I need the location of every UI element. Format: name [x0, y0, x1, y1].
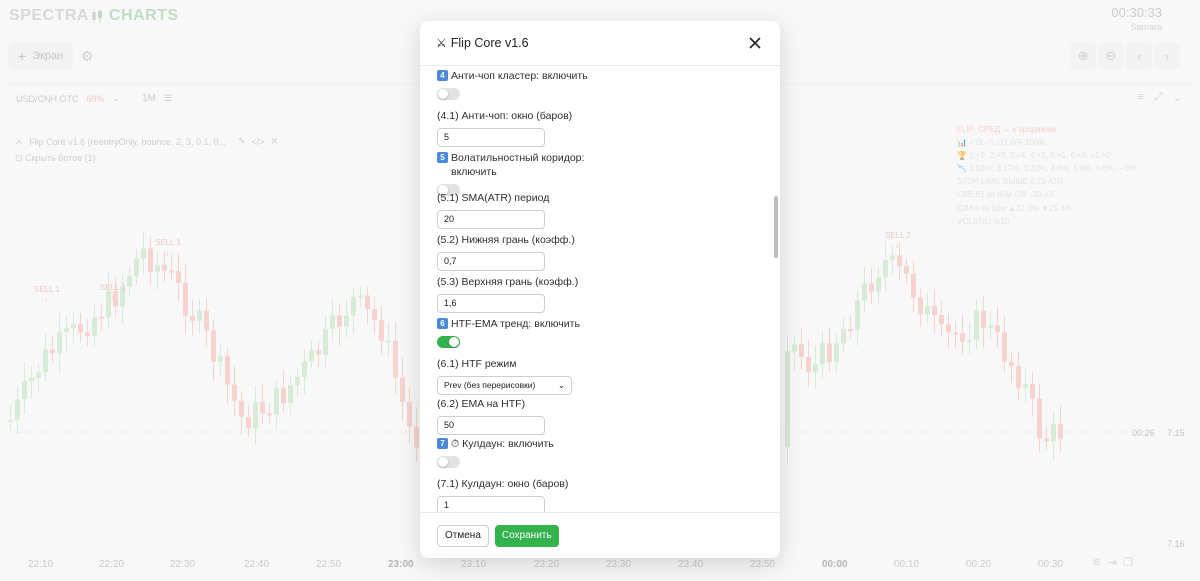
field-label: (5.1) SMA(ATR) период	[437, 191, 617, 205]
field-label-text: (6.1) HTF режим	[437, 358, 517, 370]
scrollbar-thumb[interactable]	[774, 196, 778, 258]
sword-icon: ⚔	[436, 36, 447, 50]
number-badge-icon: 6	[437, 318, 448, 329]
field-label: 5 Волатильностный коридор: включить	[437, 151, 617, 179]
number-input[interactable]: 0,7	[437, 252, 545, 271]
chevron-down-icon: ⌄	[557, 380, 565, 390]
field-label: (7.1) Кулдаун: окно (баров)	[437, 477, 617, 491]
form-field: (6.1) HTF режим Prev (без перерисовки) ⌄	[437, 357, 617, 395]
settings-dialog: ⚔ Flip Core v1.6 4 Анти-чоп кластер: вклю…	[420, 21, 780, 558]
field-label-text: (6.2) EMA на HTF)	[437, 398, 526, 410]
field-label: (6.2) EMA на HTF)	[437, 397, 617, 411]
dialog-title-text: Flip Core v1.6	[450, 36, 529, 50]
number-badge-icon: 5	[437, 152, 448, 163]
form-field: 4 Анти-чоп кластер: включить	[437, 69, 617, 100]
scrollbar[interactable]	[773, 67, 779, 512]
dialog-title: ⚔ Flip Core v1.6	[436, 36, 746, 50]
form-field: (5.2) Нижняя грань (коэфф.) 0,7	[437, 233, 617, 271]
field-label: (4.1) Анти-чоп: окно (баров)	[437, 109, 617, 123]
field-label-text: Волатильностный коридор: включить	[451, 152, 585, 178]
field-label-text: (5.1) SMA(ATR) период	[437, 192, 550, 204]
toggle-knob	[449, 337, 459, 347]
field-label-text: ⏱ Кулдаун: включить	[451, 438, 554, 450]
close-icon[interactable]	[746, 34, 764, 52]
field-label-text: (4.1) Анти-чоп: окно (баров)	[437, 110, 573, 122]
toggle-knob	[438, 457, 448, 467]
dialog-body[interactable]: 4 Анти-чоп кластер: включить (4.1) Анти-чо…	[420, 67, 780, 512]
toggle-switch[interactable]	[437, 336, 460, 348]
number-input[interactable]: 20	[437, 210, 545, 229]
toggle-switch[interactable]	[437, 456, 460, 468]
number-input[interactable]: 5	[437, 128, 545, 147]
number-input[interactable]: 1	[437, 496, 545, 512]
field-label-text: (5.2) Нижняя грань (коэфф.)	[437, 234, 575, 246]
form-field: (5.1) SMA(ATR) период 20	[437, 191, 617, 229]
field-label: 7 ⏱ Кулдаун: включить	[437, 437, 617, 451]
field-label: (5.2) Нижняя грань (коэфф.)	[437, 233, 617, 247]
dialog-footer: Отмена Сохранить	[420, 512, 780, 558]
cancel-button[interactable]: Отмена	[437, 524, 489, 547]
select-value: Prev (без перерисовки)	[444, 380, 536, 390]
mode-select[interactable]: Prev (без перерисовки) ⌄	[437, 376, 572, 395]
form-field: (5.3) Верхняя грань (коэфф.) 1,6	[437, 275, 617, 313]
number-input[interactable]: 1,6	[437, 294, 545, 313]
form-field: 7 ⏱ Кулдаун: включить	[437, 437, 617, 468]
field-label: 4 Анти-чоп кластер: включить	[437, 69, 617, 83]
field-label-text: HTF-EMA тренд: включить	[451, 318, 580, 330]
field-label-text: Анти-чоп кластер: включить	[451, 70, 588, 82]
dialog-header: ⚔ Flip Core v1.6	[420, 21, 780, 66]
number-badge-icon: 7	[437, 438, 448, 449]
field-label: (6.1) HTF режим	[437, 357, 617, 371]
form-field: 5 Волатильностный коридор: включить	[437, 151, 617, 196]
form-field: (7.1) Кулдаун: окно (баров) 1	[437, 477, 617, 512]
field-label: 6 HTF-EMA тренд: включить	[437, 317, 617, 331]
form-field: 6 HTF-EMA тренд: включить	[437, 317, 617, 348]
form-field: (6.2) EMA на HTF) 50	[437, 397, 617, 435]
number-badge-icon: 4	[437, 70, 448, 81]
field-label-text: (7.1) Кулдаун: окно (баров)	[437, 478, 569, 490]
save-button[interactable]: Сохранить	[494, 524, 559, 547]
field-label-text: (5.3) Верхняя грань (коэфф.)	[437, 276, 579, 288]
toggle-switch[interactable]	[437, 88, 460, 100]
field-label: (5.3) Верхняя грань (коэфф.)	[437, 275, 617, 289]
toggle-knob	[438, 89, 448, 99]
number-input[interactable]: 50	[437, 416, 545, 435]
form-field: (4.1) Анти-чоп: окно (баров) 5	[437, 109, 617, 147]
